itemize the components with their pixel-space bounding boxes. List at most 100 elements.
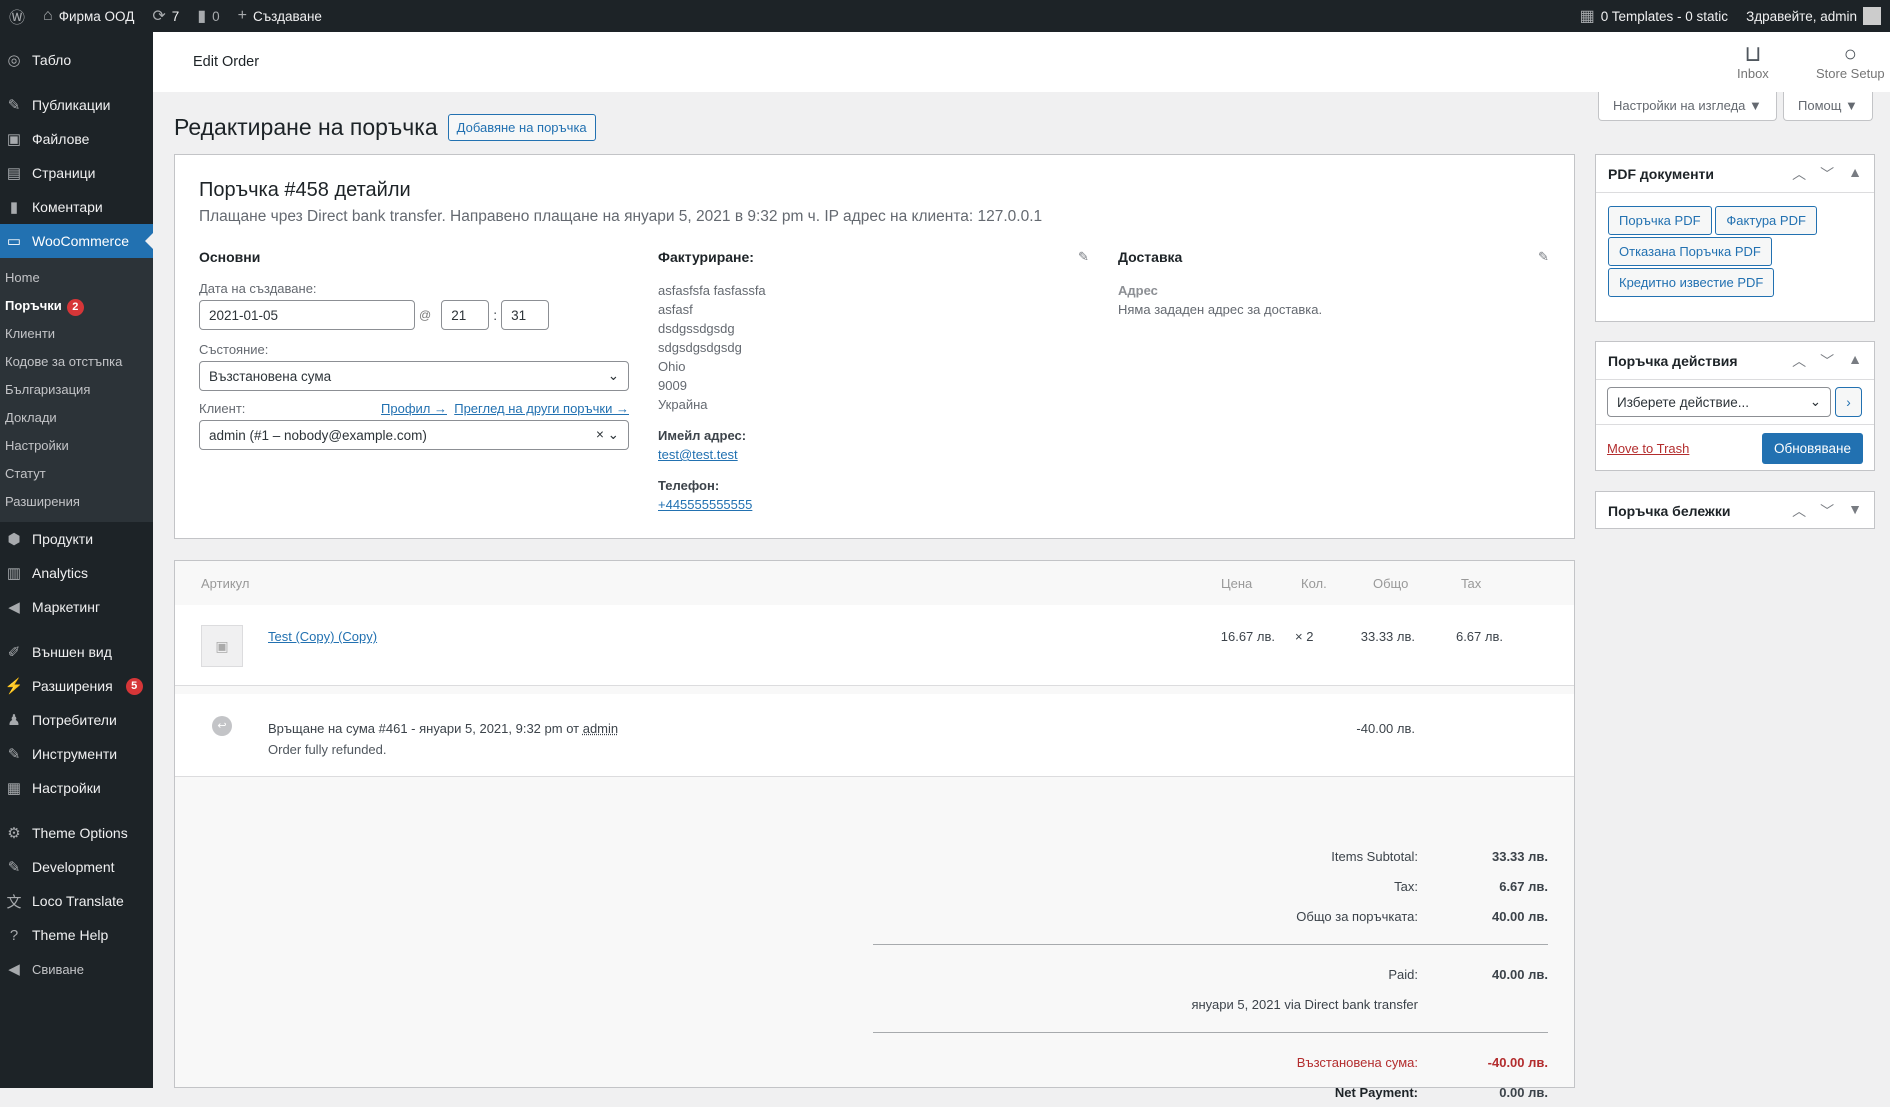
items-header: Артикул Цена Кол. Общо Tax (175, 561, 1574, 605)
comments-link[interactable]: ▮ 0 (188, 0, 228, 32)
menu-woocommerce[interactable]: ▭ WooCommerce (0, 224, 153, 258)
hour-input[interactable]: 21 (441, 300, 490, 330)
move-up-icon[interactable]: ︿ (1792, 351, 1806, 371)
pin-icon: ✎ (7, 97, 21, 114)
order-pdf-button[interactable]: Поръчка PDF (1608, 206, 1712, 235)
menu-theme-help[interactable]: ? Theme Help (0, 918, 153, 952)
account-menu[interactable]: Здравейте, admin (1737, 0, 1890, 32)
order-action-select[interactable]: Изберете действие... ⌄ (1607, 387, 1831, 417)
admin-sidebar: ◎ Табло ✎ Публикации ▣ Файлове ▤ Страници ▮ К… (0, 32, 153, 1088)
help-button[interactable]: Помощ ▼ (1783, 92, 1873, 121)
shipping-address: Няма зададен адрес за доставка. (1118, 302, 1323, 317)
submenu-extensions[interactable]: Разширения (0, 488, 153, 516)
cancelled-order-pdf-button[interactable]: Отказана Поръчка PDF (1608, 237, 1772, 266)
update-button[interactable]: Обновяване (1761, 433, 1863, 464)
box-icon: ⬢ (7, 531, 21, 548)
submenu-reports[interactable]: Доклади (0, 404, 153, 432)
greeting: Здравейте, admin (1746, 8, 1857, 24)
move-up-icon[interactable]: ︿ (1792, 164, 1806, 184)
customer-select[interactable]: admin (#1 – nobody@example.com) × ⌄ (199, 420, 629, 450)
updates-link[interactable]: ⟳ 7 (143, 0, 188, 32)
edit-billing-icon[interactable]: ✎ (1078, 249, 1089, 265)
at-sign: @ (419, 308, 432, 322)
email-link[interactable]: test@test.test (658, 447, 738, 462)
submenu-customers[interactable]: Клиенти (0, 320, 153, 348)
menu-posts[interactable]: ✎ Публикации (0, 88, 153, 122)
menu-appearance[interactable]: ✐ Външен вид (0, 635, 153, 669)
menu-plugins[interactable]: ⚡ Разширения 5 (0, 669, 153, 703)
minute-input[interactable]: 31 (501, 300, 550, 330)
submenu-coupons[interactable]: Кодове за отстъпка (0, 348, 153, 376)
address-label: Адрес (1118, 283, 1158, 298)
new-content-link[interactable]: + Създаване (229, 0, 331, 32)
shipping-title: Доставка (1118, 249, 1183, 265)
site-name-link[interactable]: ⌂ Фирма ООД (34, 0, 143, 32)
move-down-icon[interactable]: ﹀ (1820, 351, 1834, 371)
menu-users[interactable]: ♟ Потребители (0, 703, 153, 737)
edit-shipping-icon[interactable]: ✎ (1538, 249, 1549, 265)
other-orders-link[interactable]: Преглед на други поръчки → (454, 401, 629, 416)
menu-development[interactable]: ✎ Development (0, 850, 153, 884)
paid-value: 40.00 лв. (1491, 966, 1548, 982)
store-setup-button[interactable]: ○ Store Setup (1816, 42, 1885, 82)
date-label: Дата на създаване: (199, 281, 317, 296)
menu-marketing[interactable]: ◀ Маркетинг (0, 590, 153, 624)
header-price: Цена (1221, 575, 1253, 591)
header-title: Edit Order (193, 54, 260, 70)
move-to-trash-link[interactable]: Move to Trash (1607, 441, 1689, 456)
submenu-status[interactable]: Статут (0, 460, 153, 488)
status-select[interactable]: Възстановена сума ⌄ (199, 361, 629, 391)
toggle-icon[interactable]: ▼ (1848, 501, 1862, 521)
brush-icon: ✐ (7, 644, 21, 661)
menu-loco-translate[interactable]: 文 Loco Translate (0, 884, 153, 918)
move-up-icon[interactable]: ︿ (1792, 501, 1806, 521)
notes-title: Поръчка бележки (1608, 503, 1731, 519)
phone-link[interactable]: +445555555555 (658, 497, 752, 512)
apply-action-button[interactable]: › (1835, 387, 1862, 417)
menu-label: Коментари (32, 199, 103, 215)
toggle-icon[interactable]: ▲ (1848, 351, 1862, 371)
menu-pages[interactable]: ▤ Страници (0, 156, 153, 190)
menu-comments[interactable]: ▮ Коментари (0, 190, 153, 224)
menu-collapse[interactable]: ◀ Свиване (0, 952, 153, 986)
order-meta: Плащане чрез Direct bank transfer. Напра… (199, 208, 1043, 225)
menu-label: Разширения (32, 678, 113, 694)
menu-settings[interactable]: ▦ Настройки (0, 771, 153, 805)
media-icon: ▣ (6, 131, 22, 148)
product-link[interactable]: Test (Copy) (Copy) (268, 629, 377, 644)
menu-label: Страници (32, 165, 96, 181)
inbox-label: Inbox (1737, 66, 1769, 81)
submenu-localization[interactable]: Българизация (0, 376, 153, 404)
submenu-orders[interactable]: Поръчки 2 (0, 292, 153, 320)
menu-products[interactable]: ⬢ Продукти (0, 522, 153, 556)
date-input[interactable]: 2021-01-05 (199, 300, 415, 330)
menu-theme-options[interactable]: ⚙ Theme Options (0, 816, 153, 850)
item-tax: 6.67 лв. (1455, 629, 1503, 644)
pdf-title: PDF документи (1608, 165, 1714, 182)
inbox-icon: ⊔ (1744, 41, 1762, 66)
move-down-icon[interactable]: ﹀ (1820, 501, 1834, 521)
menu-label: Свиване (32, 961, 84, 977)
invoice-pdf-button[interactable]: Фактура PDF (1715, 206, 1817, 235)
page-icon: ▤ (6, 165, 22, 182)
credit-note-pdf-button[interactable]: Кредитно известие PDF (1608, 268, 1775, 297)
screen-options-button[interactable]: Настройки на изгледа ▼ (1598, 92, 1777, 121)
new-label: Създаване (252, 8, 322, 24)
submenu-home[interactable]: Home (0, 264, 153, 292)
inbox-button[interactable]: ⊔ Inbox (1737, 41, 1769, 82)
menu-analytics[interactable]: ▥ Analytics (0, 556, 153, 590)
menu-dashboard[interactable]: ◎ Табло (0, 43, 153, 77)
templates-link[interactable]: ▦ 0 Templates - 0 static (1571, 0, 1737, 32)
move-down-icon[interactable]: ﹀ (1820, 164, 1834, 184)
toggle-icon[interactable]: ▲ (1848, 164, 1862, 184)
header-item: Артикул (201, 575, 250, 591)
add-order-button[interactable]: Добавяне на поръчка (447, 114, 596, 141)
hour-value: 21 (451, 307, 467, 323)
profile-link[interactable]: Профил → (381, 401, 447, 416)
menu-tools[interactable]: ✎ Инструменти (0, 737, 153, 771)
net-value: 0.00 лв. (1499, 1084, 1548, 1100)
wp-logo-icon[interactable]: Ⓦ (0, 0, 34, 32)
menu-media[interactable]: ▣ Файлове (0, 122, 153, 156)
user-icon: ♟ (7, 712, 21, 729)
submenu-settings[interactable]: Настройки (0, 432, 153, 460)
